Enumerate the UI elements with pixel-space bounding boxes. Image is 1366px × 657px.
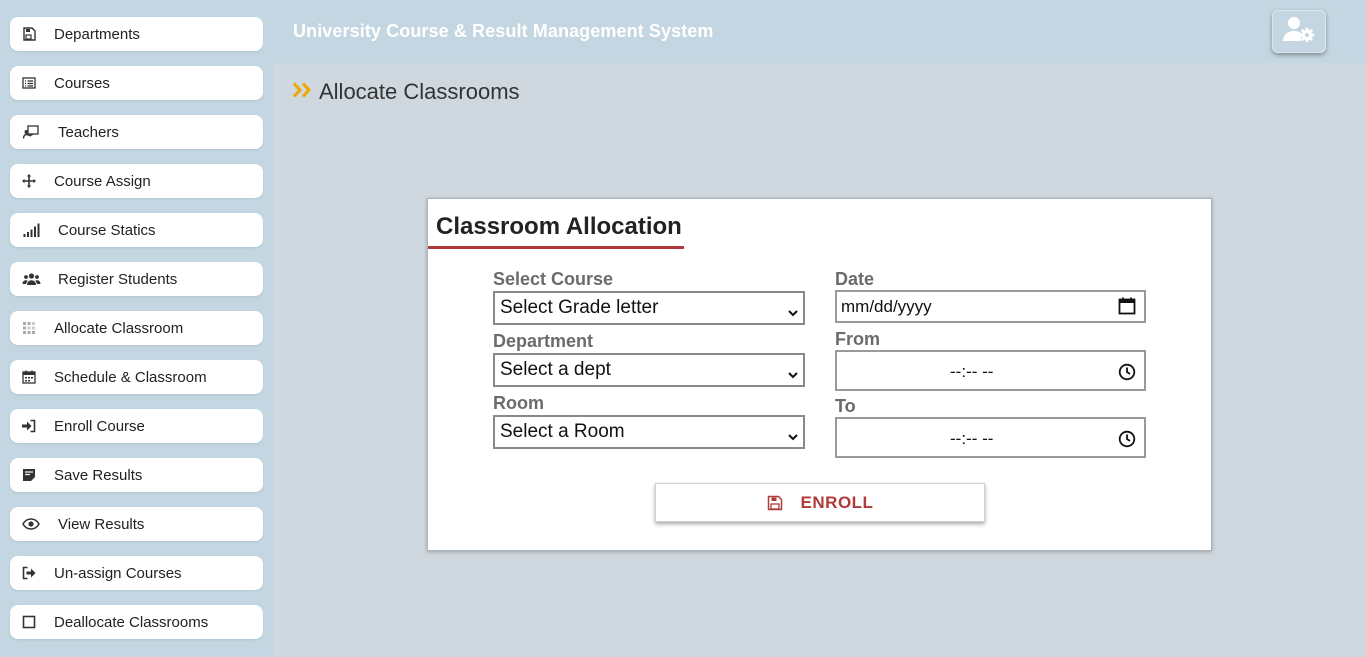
sidebar-item-label: View Results (58, 515, 145, 533)
user-gear-icon (1283, 16, 1315, 47)
calendar-icon (20, 369, 38, 385)
room-select[interactable]: Select a Room (493, 415, 805, 449)
to-time-value: --:-- -- (950, 429, 994, 448)
save-icon (20, 26, 38, 42)
eye-icon (20, 516, 42, 532)
page-title: Allocate Classrooms (319, 79, 520, 104)
department-select[interactable]: Select a dept (493, 353, 805, 387)
to-label: To (835, 396, 856, 416)
clock-icon[interactable] (1118, 363, 1136, 386)
sidebar-item-teachers[interactable]: Teachers (10, 115, 263, 149)
sidebar-item-allocate-classroom[interactable]: Allocate Classroom (10, 311, 263, 345)
classroom-allocation-card: Classroom Allocation Select Course Selec… (427, 198, 1212, 551)
grid-icon (20, 320, 38, 336)
course-select[interactable]: Select Grade letter (493, 291, 805, 325)
teacher-icon (20, 124, 42, 140)
page-heading: Allocate Classrooms (292, 79, 520, 105)
sidebar-item-label: Course Assign (54, 172, 151, 190)
user-settings-button[interactable] (1272, 10, 1326, 53)
from-time-input[interactable]: --:-- -- (835, 350, 1146, 391)
department-label: Department (493, 331, 594, 351)
sidebar-item-register-students[interactable]: Register Students (10, 262, 263, 296)
card-title: Classroom Allocation (436, 213, 682, 240)
signal-icon (20, 222, 42, 238)
double-chevron-right-icon (292, 81, 313, 103)
sidebar-item-label: Un-assign Courses (54, 564, 182, 582)
date-label: Date (835, 269, 875, 289)
sidebar-item-label: Departments (54, 25, 140, 43)
save-icon (767, 495, 783, 511)
move-icon (20, 173, 38, 189)
sidebar-item-label: Allocate Classroom (54, 319, 184, 337)
sidebar-item-unassign-courses[interactable]: Un-assign Courses (10, 556, 263, 590)
sidebar-item-course-statics[interactable]: Course Statics (10, 213, 263, 247)
sign-out-icon (20, 565, 38, 581)
date-input-value: mm/dd/yyyy (841, 296, 932, 316)
sidebar-item-label: Courses (54, 74, 110, 92)
document-icon (20, 467, 38, 483)
sidebar-item-label: Register Students (58, 270, 178, 288)
enroll-button-label: ENROLL (800, 492, 874, 512)
sidebar-item-view-results[interactable]: View Results (10, 507, 263, 541)
department-select-value: Select a dept (500, 359, 611, 380)
chevron-down-icon (787, 303, 799, 317)
sidebar-item-deallocate-classrooms[interactable]: Deallocate Classrooms (10, 605, 263, 639)
date-input[interactable]: mm/dd/yyyy (835, 290, 1146, 323)
course-select-value: Select Grade letter (500, 297, 659, 318)
sidebar-item-label: Course Statics (58, 221, 156, 239)
sidebar-item-enroll-course[interactable]: Enroll Course (10, 409, 263, 443)
from-time-value: --:-- -- (950, 362, 994, 381)
sidebar-item-label: Deallocate Classrooms (54, 613, 209, 631)
sidebar-item-label: Teachers (58, 123, 119, 141)
sidebar-item-label: Schedule & Classroom (54, 368, 207, 386)
clock-icon[interactable] (1118, 430, 1136, 453)
to-time-input[interactable]: --:-- -- (835, 417, 1146, 458)
list-icon (20, 75, 38, 91)
users-icon (20, 271, 42, 287)
sidebar-item-save-results[interactable]: Save Results (10, 458, 263, 492)
sidebar-item-label: Save Results (54, 466, 143, 484)
enroll-button[interactable]: ENROLL (655, 483, 985, 522)
course-label: Select Course (493, 269, 614, 289)
sidebar: Departments Courses Teachers Course Assi… (0, 0, 273, 657)
square-icon (20, 614, 38, 630)
sign-in-icon (20, 418, 38, 434)
calendar-picker-icon[interactable] (1118, 297, 1136, 320)
title-underline (428, 246, 684, 249)
room-select-value: Select a Room (500, 421, 625, 442)
app-title: University Course & Result Management Sy… (293, 21, 714, 41)
from-label: From (835, 329, 880, 349)
sidebar-item-course-assign[interactable]: Course Assign (10, 164, 263, 198)
chevron-down-icon (787, 427, 799, 441)
chevron-down-icon (787, 365, 799, 379)
header: University Course & Result Management Sy… (273, 0, 1366, 63)
sidebar-item-courses[interactable]: Courses (10, 66, 263, 100)
sidebar-item-departments[interactable]: Departments (10, 17, 263, 51)
room-label: Room (493, 393, 544, 413)
sidebar-item-label: Enroll Course (54, 417, 145, 435)
sidebar-item-schedule-classroom[interactable]: Schedule & Classroom (10, 360, 263, 394)
